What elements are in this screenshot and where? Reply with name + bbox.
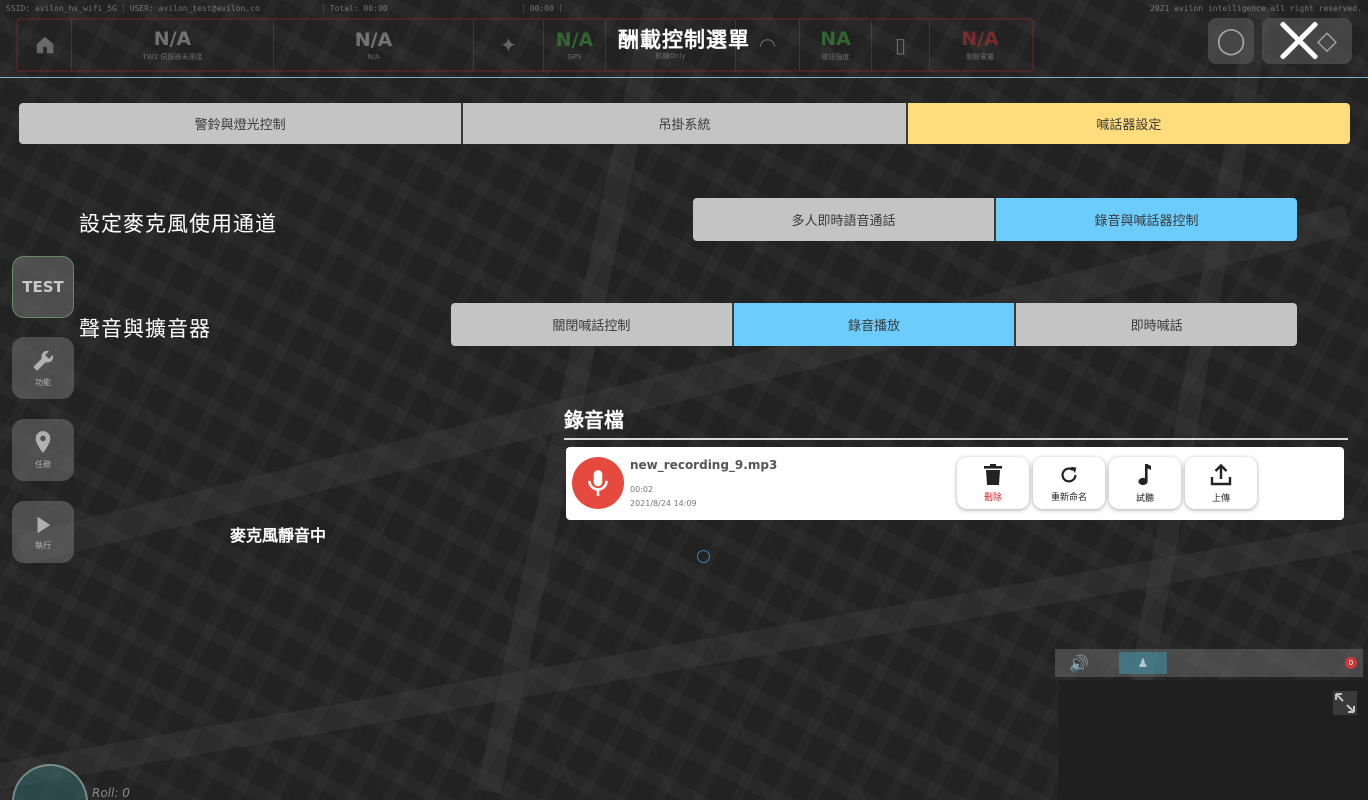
recording-date: 2021/8/24 14:09: [630, 499, 697, 508]
execute-label: 執行: [35, 541, 51, 550]
video-toolbar: 🔊 ♟ 0: [1055, 649, 1363, 677]
payload-tabs: 警鈴與燈光控制 吊掛系統 喊話器設定: [19, 103, 1350, 144]
page-title: 酬載控制選單: [618, 28, 750, 52]
delete-button[interactable]: 刪除: [957, 457, 1029, 509]
rename-button[interactable]: 重新命名: [1033, 457, 1105, 509]
expand-icon[interactable]: [1332, 690, 1358, 716]
close-icon[interactable]: [1270, 14, 1328, 66]
trash-icon: [984, 463, 1002, 485]
hud-copyright: 2021 avilon intelligence all right reser…: [1150, 3, 1362, 13]
refresh-icon: [1061, 466, 1077, 482]
tab-hanging-system[interactable]: 吊掛系統: [463, 103, 908, 144]
option-close-speaker[interactable]: 關閉喊話控制: [451, 303, 734, 346]
preview-label: 試聽: [1135, 493, 1154, 504]
volume-icon[interactable]: 🔊: [1069, 654, 1089, 673]
wrench-icon: [33, 350, 54, 371]
hud-timer: 00:00: [524, 3, 561, 13]
music-note-icon: [1138, 463, 1151, 485]
sound-label: 聲音與擴音器: [79, 317, 211, 341]
tab-speaker-settings[interactable]: 喊話器設定: [907, 103, 1350, 144]
option-record-speaker-control[interactable]: 錄音與喊話器控制: [996, 198, 1297, 241]
upload-icon: [1210, 463, 1232, 485]
sound-mode-selector: 關閉喊話控制 錄音播放 即時喊話: [451, 303, 1297, 346]
person-icon[interactable]: ♟: [1118, 652, 1167, 674]
option-live-speak[interactable]: 即時喊話: [1016, 303, 1297, 346]
mic-channel-label: 設定麥克風使用通道: [79, 212, 277, 236]
test-button[interactable]: TEST: [12, 256, 74, 318]
map-target-marker: [697, 550, 710, 563]
hud-total: Total: 00:00: [324, 3, 524, 13]
mission-button[interactable]: 任務: [12, 419, 74, 481]
header-divider: [0, 77, 1368, 78]
option-multi-voice-call[interactable]: 多人即時語音通話: [693, 198, 996, 241]
recording-duration: 00:02: [630, 485, 654, 494]
function-button[interactable]: 功能: [12, 337, 74, 399]
option-playback[interactable]: 錄音播放: [733, 303, 1017, 346]
notification-badge: 0: [1345, 657, 1357, 669]
hud-user: USER: avilon_test@avilon.co: [124, 3, 324, 13]
recordings-title: 錄音檔: [564, 408, 624, 432]
upload-button[interactable]: 上傳: [1185, 457, 1257, 509]
rename-label: 重新命名: [1050, 492, 1087, 503]
execute-button[interactable]: 執行: [12, 501, 74, 563]
microphone-icon: [572, 457, 624, 509]
recordings-divider: [564, 438, 1348, 440]
list-item[interactable]: new_recording_9.mp3 00:02 2021/8/24 14:0…: [566, 447, 1344, 520]
mic-channel-selector: 多人即時語音通話 錄音與喊話器控制: [693, 198, 1297, 241]
upload-label: 上傳: [1211, 493, 1230, 504]
recording-name: new_recording_9.mp3: [630, 458, 778, 472]
delete-label: 刪除: [983, 492, 1002, 503]
roll-readout: Roll: 0: [92, 786, 130, 800]
hud-status-strip: SSID: avilon_hs_wifi_5G USER: avilon_tes…: [0, 0, 1368, 16]
hud-ssid: SSID: avilon_hs_wifi_5G: [0, 3, 124, 13]
mission-label: 任務: [35, 460, 51, 469]
mic-status: 麥克風靜音中: [230, 526, 327, 545]
video-panel[interactable]: [1058, 680, 1368, 800]
tab-alarm-light[interactable]: 警鈴與燈光控制: [19, 103, 464, 144]
play-icon: [37, 516, 51, 534]
location-pin-icon: [35, 431, 51, 454]
preview-button[interactable]: 試聽: [1109, 457, 1181, 509]
function-label: 功能: [35, 378, 51, 387]
